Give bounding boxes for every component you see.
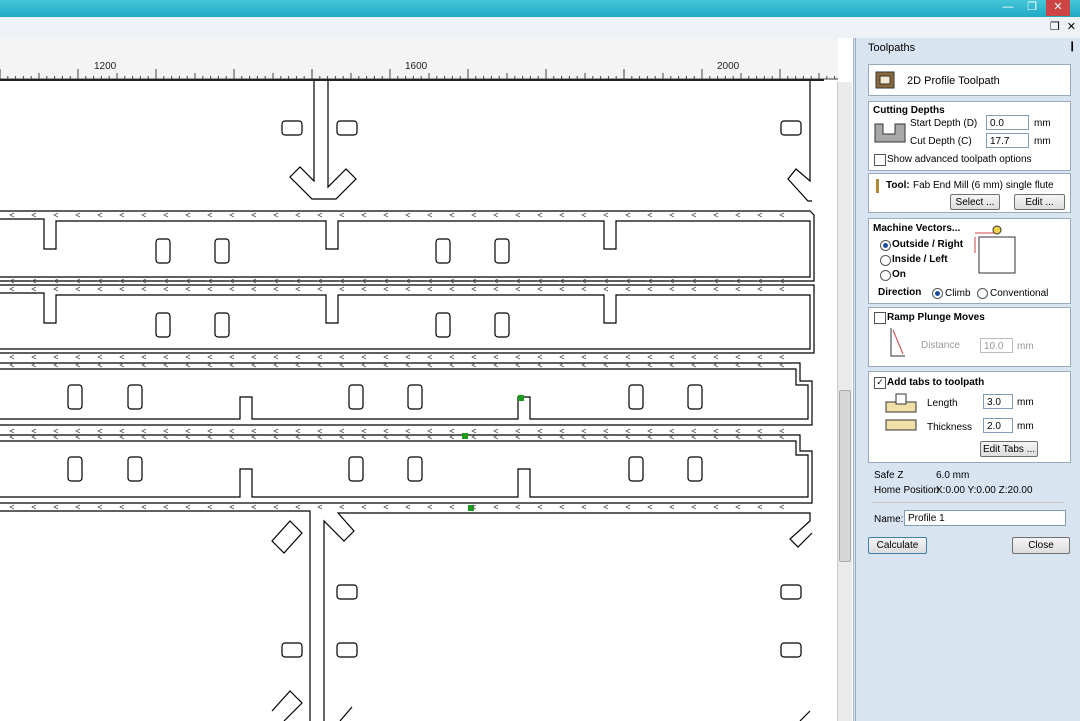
ruler-label-1600: 1600 <box>405 61 428 72</box>
close-button[interactable]: Close <box>1012 537 1070 554</box>
safe-z-label: Safe Z <box>874 470 904 481</box>
cut-depth-input[interactable]: 17.7 <box>986 133 1029 148</box>
end-mill-icon <box>876 179 879 193</box>
inside-left-label: Inside / Left <box>892 254 948 265</box>
app-title-bar: — ❐ ✕ <box>0 0 1080 17</box>
tab-length-input[interactable]: 3.0 <box>983 394 1013 409</box>
machine-vectors-group: Machine Vectors... Outside / Right Insid… <box>868 218 1071 304</box>
on-label: On <box>892 269 906 280</box>
restore-button[interactable]: ❐ <box>1020 0 1044 16</box>
tab-thickness-icon <box>885 419 917 431</box>
home-position-value: X:0.00 Y:0.00 Z:20.00 <box>936 485 1033 496</box>
ruler-label-1200: 1200 <box>94 61 117 72</box>
on-radio[interactable] <box>880 270 891 281</box>
toolpath-header: 2D Profile Toolpath <box>868 64 1071 96</box>
panel-title: Toolpaths <box>868 42 916 54</box>
name-label: Name: <box>874 514 904 525</box>
tab-thickness-label: Thickness <box>927 422 973 433</box>
ramp-distance-unit: mm <box>1017 341 1034 352</box>
mdi-restore-button[interactable]: ❐ <box>1050 21 1060 33</box>
info-separator <box>872 502 1065 503</box>
outside-right-label: Outside / Right <box>892 239 964 250</box>
start-depth-label: Start Depth (D) <box>910 118 978 129</box>
tab-length-label: Length <box>927 398 958 409</box>
add-tabs-checkbox[interactable]: ✓ <box>874 377 886 389</box>
edit-tool-button[interactable]: Edit ... <box>1014 194 1065 210</box>
cutting-depths-title: Cutting Depths <box>873 105 945 116</box>
select-tool-button[interactable]: Select ... <box>950 194 1000 210</box>
ramp-distance-label: Distance <box>921 340 960 351</box>
calculate-button[interactable]: Calculate <box>868 537 927 554</box>
tab-thickness-input[interactable]: 2.0 <box>983 418 1013 433</box>
profile-toolpath-icon <box>875 71 895 89</box>
pin-icon[interactable]: ❙ <box>1068 41 1076 52</box>
toolpath-title: 2D Profile Toolpath <box>907 75 1000 87</box>
info-group: Safe Z 6.0 mm Home Position X:0.00 Y:0.0… <box>868 466 1071 530</box>
name-input[interactable]: Profile 1 <box>904 510 1066 526</box>
cut-depth-unit: mm <box>1034 136 1051 147</box>
ramp-diagram-icon <box>890 328 905 357</box>
close-window-button[interactable]: ✕ <box>1046 0 1070 16</box>
tab-length-icon <box>885 393 917 413</box>
mdi-controls: ❐ ✕ <box>1050 20 1076 33</box>
safe-z-value: 6.0 mm <box>936 470 970 481</box>
minimize-button[interactable]: — <box>996 0 1020 16</box>
vector-offset-diagram-icon <box>974 225 1016 274</box>
toolpath-drawing[interactable] <box>0 81 836 721</box>
home-position-label: Home Position <box>874 485 940 496</box>
scrollbar-thumb[interactable] <box>839 390 851 562</box>
ramp-checkbox[interactable] <box>874 312 886 324</box>
add-tabs-label: Add tabs to toolpath <box>887 377 985 388</box>
depth-diagram-icon <box>874 123 906 143</box>
outside-right-radio[interactable] <box>880 240 891 251</box>
tool-value: Fab End Mill (6 mm) single flute <box>913 180 1054 191</box>
document-bar <box>0 17 1080 39</box>
tabs-group: ✓ Add tabs to toolpath Length 3.0 mm Thi… <box>868 371 1071 463</box>
climb-label: Climb <box>945 288 971 299</box>
ruler-label-2000: 2000 <box>717 61 740 72</box>
conventional-label: Conventional <box>990 288 1049 299</box>
climb-radio[interactable] <box>932 288 943 299</box>
tool-label: Tool: <box>886 180 910 191</box>
advanced-options-label: Show advanced toolpath options <box>887 154 1032 165</box>
start-depth-input[interactable]: 0.0 <box>986 115 1029 130</box>
ramp-label: Ramp Plunge Moves <box>887 312 985 323</box>
tool-group: Tool: Fab End Mill (6 mm) single flute S… <box>868 173 1071 213</box>
advanced-options-checkbox[interactable] <box>874 154 886 166</box>
ramp-distance-input[interactable]: 10.0 <box>980 338 1013 353</box>
start-depth-unit: mm <box>1034 118 1051 129</box>
mdi-close-button[interactable]: ✕ <box>1067 21 1076 33</box>
direction-label: Direction <box>878 287 922 298</box>
cut-depth-label: Cut Depth (C) <box>910 136 972 147</box>
edit-tabs-button[interactable]: Edit Tabs ... <box>980 441 1038 457</box>
machine-vectors-title: Machine Vectors... <box>873 223 961 234</box>
ramp-group: Ramp Plunge Moves Distance 10.0 mm <box>868 307 1071 367</box>
inside-left-radio[interactable] <box>880 255 891 266</box>
tab-thickness-unit: mm <box>1017 421 1034 432</box>
conventional-radio[interactable] <box>977 288 988 299</box>
tab-length-unit: mm <box>1017 397 1034 408</box>
cutting-depths-group: Cutting Depths Start Depth (D) 0.0 mm Cu… <box>868 101 1071 171</box>
